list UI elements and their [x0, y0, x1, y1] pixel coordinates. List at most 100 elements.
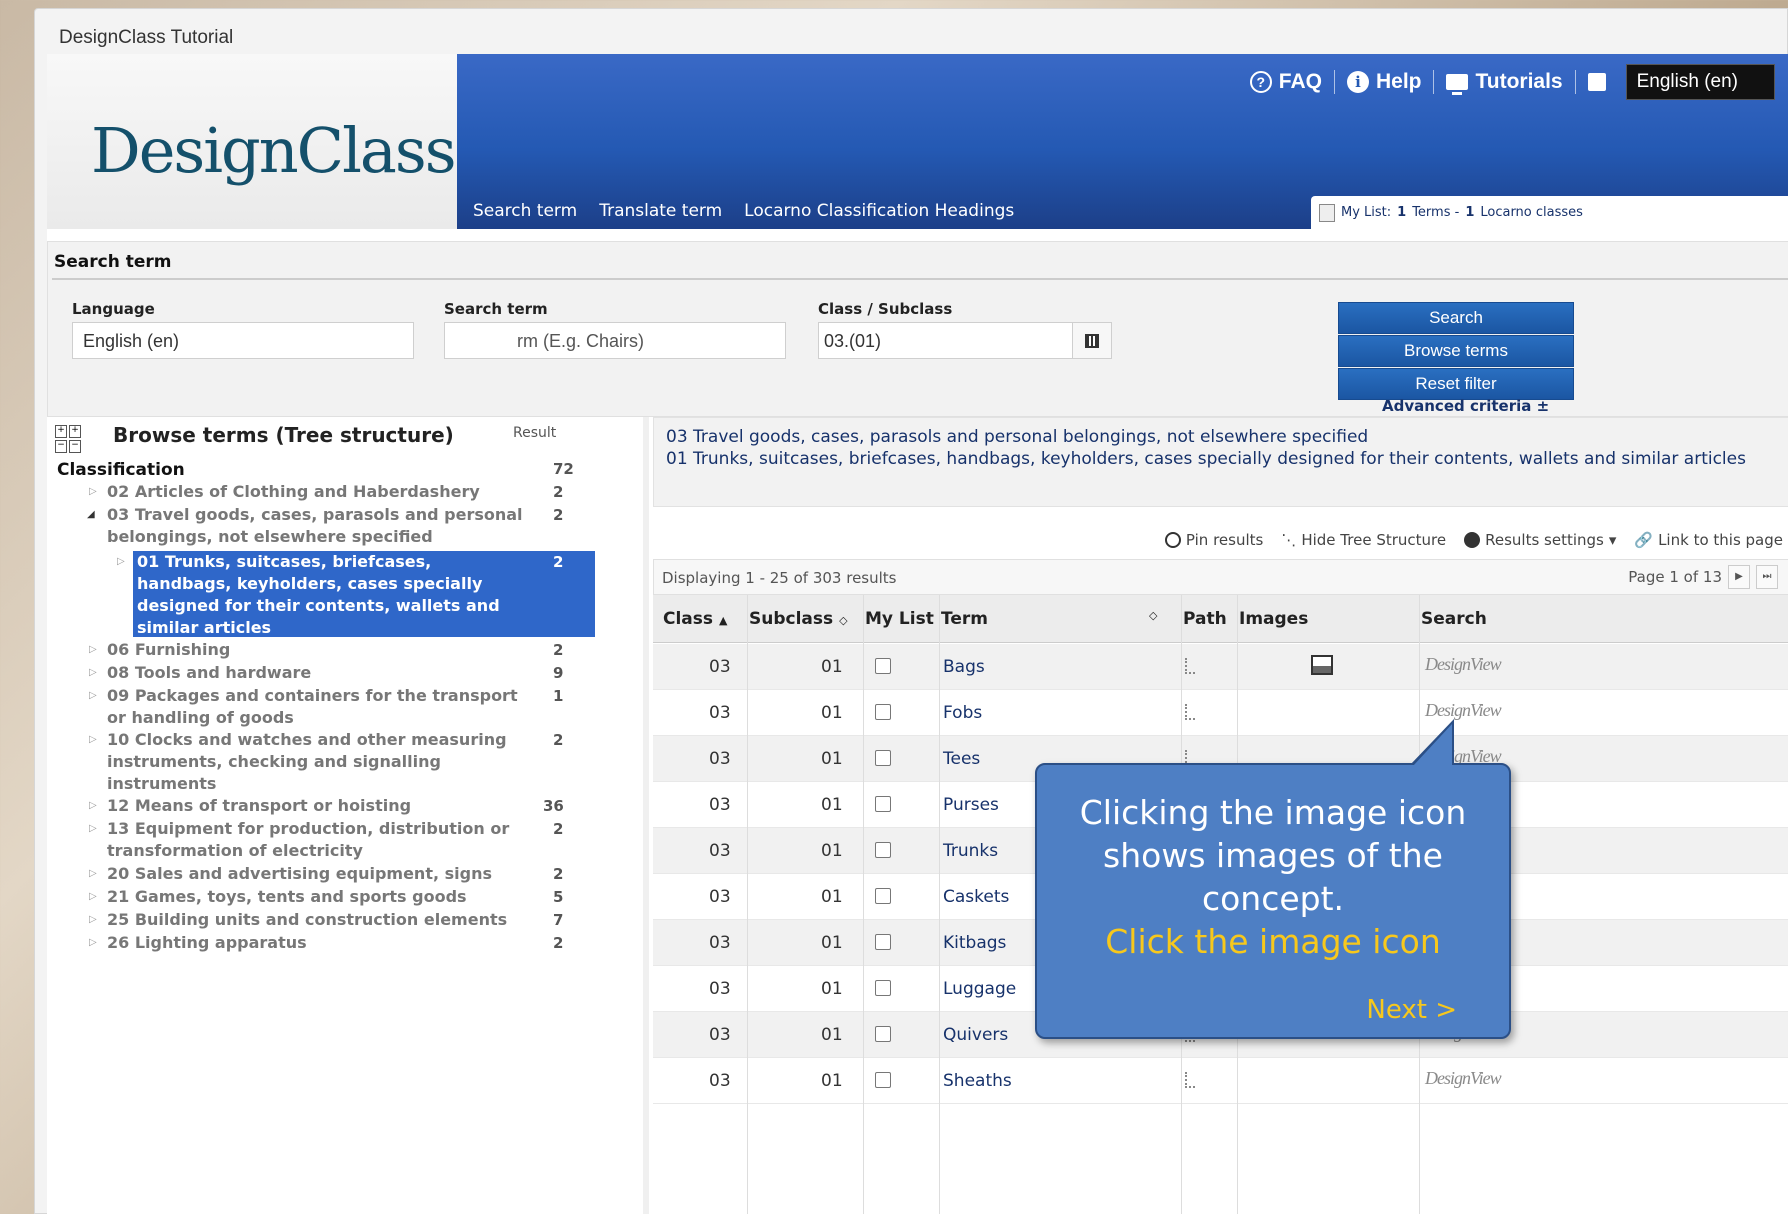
- tooltip-next-button[interactable]: Next >: [1366, 995, 1457, 1025]
- cell-term[interactable]: Quivers: [943, 1025, 1008, 1045]
- tree-item-count: 5: [553, 888, 564, 906]
- nav-search-term[interactable]: Search term: [473, 201, 577, 221]
- tree-item[interactable]: ▷ 25 Building units and construction elem…: [89, 909, 547, 931]
- pager: Page 1 of 13 ▶ ⏭: [1628, 565, 1778, 589]
- designview-icon[interactable]: DesignView: [1425, 654, 1502, 675]
- search-term-input[interactable]: rm (E.g. Chairs): [444, 322, 786, 359]
- col-class[interactable]: Class ▲: [663, 609, 727, 629]
- mylist-checkbox[interactable]: [875, 934, 891, 950]
- col-mylist: My List: [865, 609, 934, 629]
- mylist-checkbox[interactable]: [875, 1026, 891, 1042]
- logo[interactable]: DesignClass: [91, 114, 457, 187]
- print-icon[interactable]: [1587, 73, 1606, 91]
- mylist-checkbox[interactable]: [875, 658, 891, 674]
- tree-item-label: 01 Trunks, suitcases, briefcases, handba…: [137, 552, 500, 637]
- tree-item-selected[interactable]: ▷ 01 Trunks, suitcases, briefcases, handb…: [117, 551, 595, 637]
- search-button[interactable]: Search: [1338, 302, 1574, 334]
- cell-term[interactable]: Caskets: [943, 887, 1009, 907]
- language-field[interactable]: English (en): [72, 322, 414, 359]
- mylist-checkbox[interactable]: [875, 704, 891, 720]
- expand-arrow-icon: ▷: [89, 823, 97, 834]
- tree-title: Browse terms (Tree structure): [113, 423, 454, 447]
- nav-translate-term[interactable]: Translate term: [599, 201, 722, 221]
- mylist-checkbox[interactable]: [875, 1072, 891, 1088]
- pane-splitter[interactable]: [643, 417, 649, 1214]
- tree-item-label: 26 Lighting apparatus: [107, 933, 307, 952]
- next-page-button[interactable]: ▶: [1728, 565, 1750, 589]
- link-page-label: Link to this page: [1658, 531, 1783, 549]
- mylist-terms-count: 1: [1397, 205, 1407, 220]
- pin-results-button[interactable]: Pin results: [1164, 531, 1263, 549]
- hide-tree-label: Hide Tree Structure: [1301, 531, 1447, 549]
- mylist-checkbox[interactable]: [875, 888, 891, 904]
- col-path: Path: [1183, 609, 1227, 629]
- mylist-checkbox[interactable]: [875, 842, 891, 858]
- mylist-terms-label: Terms -: [1412, 205, 1460, 220]
- tree-item-count: 2: [553, 641, 564, 659]
- nav-locarno-headings[interactable]: Locarno Classification Headings: [744, 201, 1014, 221]
- help-link[interactable]: i Help: [1346, 70, 1421, 94]
- cell-term[interactable]: Kitbags: [943, 933, 1006, 953]
- window-title: DesignClass Tutorial: [59, 27, 234, 48]
- tree-item-expanded[interactable]: ◢ 03 Travel goods, cases, parasols and pe…: [87, 504, 527, 548]
- tree-item[interactable]: ▷ 12 Means of transport or hoisting: [89, 795, 547, 817]
- tree-root[interactable]: Classification: [57, 459, 185, 481]
- mylist-checkbox[interactable]: [875, 750, 891, 766]
- tutorials-link[interactable]: Tutorials: [1446, 70, 1563, 95]
- tree-item[interactable]: ▷ 10 Clocks and watches and other measuri…: [89, 729, 527, 795]
- tree-item[interactable]: ▷ 08 Tools and hardware: [89, 662, 547, 684]
- faq-link[interactable]: ? FAQ: [1249, 70, 1322, 94]
- tree-item[interactable]: ▷ 20 Sales and advertising equipment, sig…: [89, 863, 547, 885]
- tutorial-tooltip: Clicking the image icon shows images of …: [1035, 719, 1511, 1039]
- crumb-class[interactable]: 03 Travel goods, cases, parasols and per…: [666, 426, 1776, 448]
- last-page-button[interactable]: ⏭: [1756, 565, 1778, 589]
- my-list-bar[interactable]: My List: 1 Terms - 1 Locarno classes: [1311, 196, 1788, 229]
- cell-term[interactable]: Tees: [943, 749, 980, 769]
- hide-tree-button[interactable]: ⋱ Hide Tree Structure: [1281, 531, 1446, 549]
- tree-root-count: 72: [553, 460, 574, 478]
- results-settings-button[interactable]: Results settings ▾: [1464, 531, 1616, 549]
- tree-item[interactable]: ▷ 06 Furnishing: [89, 639, 547, 661]
- link-icon: 🔗: [1634, 531, 1654, 549]
- classification-breadcrumb: 03 Travel goods, cases, parasols and per…: [653, 417, 1788, 507]
- tree-item[interactable]: ▷ 02 Articles of Clothing and Haberdasher…: [89, 481, 547, 503]
- browse-terms-button[interactable]: Browse terms: [1338, 335, 1574, 367]
- cell-subclass: 01: [821, 841, 843, 861]
- tree-item-label: 09 Packages and containers for the trans…: [107, 686, 518, 727]
- mylist-checkbox[interactable]: [875, 796, 891, 812]
- tree-item[interactable]: ▷ 21 Games, toys, tents and sports goods: [89, 886, 547, 908]
- expand-collapse-icon[interactable]: + + − −: [55, 425, 81, 453]
- designview-icon[interactable]: DesignView: [1425, 700, 1502, 721]
- expand-arrow-icon: ▷: [89, 937, 97, 948]
- reset-filter-button[interactable]: Reset filter: [1338, 368, 1574, 400]
- cell-term[interactable]: Bags: [943, 657, 985, 677]
- tree-item[interactable]: ▷ 09 Packages and containers for the tran…: [89, 685, 527, 729]
- link-page-button[interactable]: 🔗 Link to this page: [1634, 531, 1783, 549]
- path-icon[interactable]: [1185, 1072, 1195, 1088]
- path-icon[interactable]: [1185, 704, 1195, 720]
- cell-term[interactable]: Purses: [943, 795, 999, 815]
- tree-item[interactable]: ▷ 13 Equipment for production, distributi…: [89, 818, 527, 862]
- info-icon: i: [1346, 71, 1369, 93]
- cell-term[interactable]: Trunks: [943, 841, 998, 861]
- language-select[interactable]: English (en): [1625, 64, 1775, 100]
- tree-item-count: 2: [553, 731, 564, 749]
- cell-term[interactable]: Luggage: [943, 979, 1016, 999]
- cell-subclass: 01: [821, 703, 843, 723]
- class-input[interactable]: 03.(01): [818, 322, 1074, 359]
- top-links: ? FAQ i Help Tutorials English (en): [1249, 62, 1788, 102]
- tree-item[interactable]: ▷ 26 Lighting apparatus: [89, 932, 547, 954]
- mylist-checkbox[interactable]: [875, 980, 891, 996]
- tree-item-label: 02 Articles of Clothing and Haberdashery: [107, 482, 480, 501]
- cell-subclass: 01: [821, 795, 843, 815]
- path-icon[interactable]: [1185, 658, 1195, 674]
- crumb-subclass[interactable]: 01 Trunks, suitcases, briefcases, handba…: [666, 448, 1776, 470]
- col-subclass[interactable]: Subclass ◇: [749, 609, 848, 629]
- cell-term[interactable]: Fobs: [943, 703, 982, 723]
- advanced-criteria-link[interactable]: Advanced criteria ±: [1382, 397, 1549, 415]
- designview-icon[interactable]: DesignView: [1425, 1068, 1502, 1089]
- image-icon[interactable]: [1311, 655, 1333, 675]
- class-picker-button[interactable]: [1072, 322, 1112, 359]
- col-term[interactable]: Term ◇: [941, 609, 1157, 629]
- cell-term[interactable]: Sheaths: [943, 1071, 1012, 1091]
